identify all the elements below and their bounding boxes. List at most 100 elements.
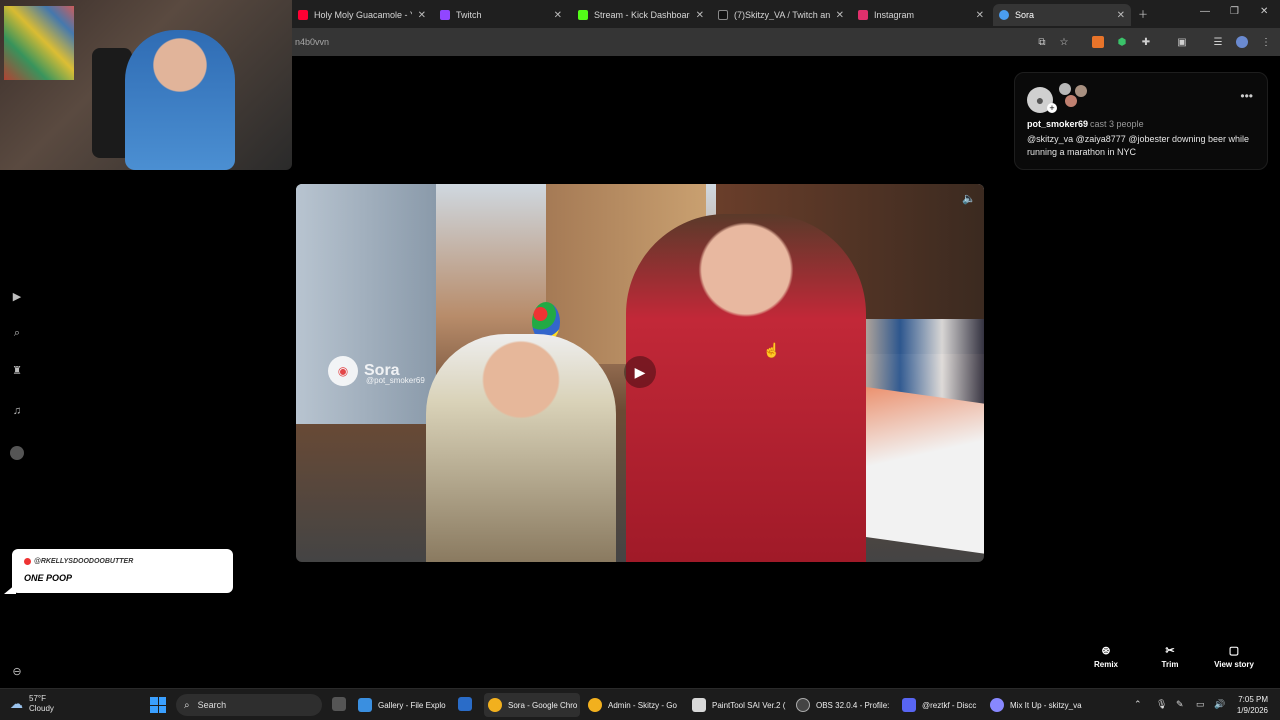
minimize-icon[interactable]: — bbox=[1200, 6, 1210, 17]
sora-watermark: ◉ Sora @pot_smoker69 bbox=[328, 356, 425, 386]
taskbar-app-discord[interactable]: @reztkf - Discc bbox=[902, 693, 982, 717]
obs-icon bbox=[796, 698, 810, 712]
taskbar-app-label: Admin - Skitzy - Go bbox=[608, 700, 677, 710]
youtube-icon bbox=[298, 10, 308, 20]
new-tab-icon[interactable]: ＋ bbox=[1138, 6, 1148, 21]
search-icon: ⌕ bbox=[184, 699, 190, 711]
streamer bbox=[125, 30, 235, 170]
tab-search-icon[interactable]: ▣ bbox=[1176, 36, 1188, 48]
username[interactable]: pot_smoker69 bbox=[1027, 119, 1088, 129]
more-options-icon[interactable]: ••• bbox=[1240, 89, 1253, 103]
restore-icon[interactable]: ❐ bbox=[1230, 6, 1239, 17]
close-tab-icon[interactable]: ✕ bbox=[696, 10, 704, 21]
taskbar-app-label: Sora - Google Chro bbox=[508, 700, 578, 710]
tab-twitch[interactable]: Twitch ✕ bbox=[434, 4, 568, 26]
weather-condition: Cloudy bbox=[29, 704, 54, 713]
cloud-icon: ☁ bbox=[10, 696, 23, 711]
tab-youtube[interactable]: Holy Moly Guacamole - Y ✕ bbox=[292, 4, 432, 26]
bookmark-star-icon[interactable]: ☆ bbox=[1058, 36, 1070, 48]
tab-label: Holy Moly Guacamole - Y bbox=[314, 10, 412, 20]
profile-avatar[interactable] bbox=[10, 446, 24, 460]
video-player[interactable]: ◉ Sora @pot_smoker69 ▶ 🔈 bbox=[296, 184, 984, 562]
trophy-icon[interactable]: ♜ bbox=[10, 363, 24, 377]
profile-avatar[interactable] bbox=[1236, 36, 1248, 48]
taskbar-app-label: Mix It Up - skitzy_va bbox=[1010, 700, 1082, 710]
network-icon[interactable]: ▭ bbox=[1196, 699, 1205, 710]
search-icon[interactable]: ⌕ bbox=[10, 326, 24, 340]
close-tab-icon[interactable]: ✕ bbox=[836, 10, 844, 21]
taskbar-app-chrome-sora[interactable]: Sora - Google Chro bbox=[484, 693, 580, 717]
chat-badge-icon bbox=[24, 558, 31, 565]
microphone-icon[interactable]: 🎙 bbox=[1156, 699, 1167, 710]
taskbar-clock[interactable]: 7:05 PM 1/9/2026 bbox=[1237, 694, 1268, 716]
close-tab-icon[interactable]: ✕ bbox=[976, 10, 984, 21]
photos-icon[interactable] bbox=[458, 697, 472, 711]
tab-tiktok[interactable]: (7)Skitzy_VA / Twitch and ✕ bbox=[712, 4, 850, 26]
kick-icon bbox=[578, 10, 588, 20]
bell-icon[interactable]: ♫ bbox=[10, 404, 24, 418]
view-story-label: View story bbox=[1214, 660, 1254, 669]
taskbar: ☁ 57°F Cloudy ⌕ Search Gallery - File Ex… bbox=[0, 688, 1280, 720]
tab-label: Twitch bbox=[456, 10, 482, 20]
taskbar-app-mixitup[interactable]: Mix It Up - skitzy_va bbox=[990, 693, 1086, 717]
runner-woman bbox=[426, 334, 616, 562]
browser-menu-icon[interactable]: ⋮ bbox=[1260, 36, 1272, 48]
chrome-icon bbox=[488, 698, 502, 712]
twitch-icon bbox=[440, 10, 450, 20]
view-story-button[interactable]: ▢ View story bbox=[1204, 644, 1264, 669]
weather-widget[interactable]: ☁ 57°F Cloudy bbox=[10, 694, 54, 714]
tab-label: Instagram bbox=[874, 10, 915, 20]
close-window-icon[interactable]: ✕ bbox=[1260, 6, 1268, 17]
play-button[interactable]: ▶ bbox=[624, 356, 656, 388]
close-tab-icon[interactable]: ✕ bbox=[1117, 10, 1125, 21]
chat-username: @RKELLYSDOODOOBUTTER bbox=[34, 558, 134, 565]
remix-icon: ⊛ bbox=[1101, 645, 1111, 657]
taskbar-app-chrome-admin[interactable]: Admin - Skitzy - Go bbox=[588, 693, 682, 717]
tab-sora[interactable]: Sora ✕ bbox=[993, 4, 1131, 26]
story-icon: ▢ bbox=[1228, 645, 1240, 657]
cast-avatar[interactable] bbox=[1065, 95, 1077, 107]
taskbar-app-label: Gallery - File Explo bbox=[378, 700, 446, 710]
home-icon[interactable]: ▶ bbox=[10, 289, 24, 303]
start-button[interactable] bbox=[150, 697, 166, 713]
follow-plus-icon[interactable]: + bbox=[1047, 103, 1057, 113]
tab-label: (7)Skitzy_VA / Twitch and bbox=[734, 10, 830, 20]
chevron-up-icon[interactable]: ⌃ bbox=[1134, 699, 1142, 710]
wall-posters bbox=[4, 6, 74, 80]
extension-icon[interactable] bbox=[1092, 36, 1104, 48]
taskbar-app-obs[interactable]: OBS 32.0.4 - Profile: bbox=[796, 693, 892, 717]
shield-extension-icon[interactable]: ⬢ bbox=[1116, 36, 1128, 48]
chrome-icon bbox=[588, 698, 602, 712]
speaker-icon[interactable]: 🔊 bbox=[1214, 699, 1225, 710]
tab-instagram[interactable]: Instagram ✕ bbox=[852, 4, 990, 26]
cast-avatar[interactable] bbox=[1059, 83, 1071, 95]
trim-label: Trim bbox=[1161, 660, 1179, 669]
watermark-handle: @pot_smoker69 bbox=[366, 376, 425, 385]
post-caption: @skitzy_va @zaiya8777 @jobester downing … bbox=[1027, 134, 1250, 157]
tab-kick[interactable]: Stream - Kick Dashboard ✕ bbox=[572, 4, 710, 26]
taskbar-app-painttool[interactable]: PaintTool SAI Ver.2 ( bbox=[692, 693, 788, 717]
trim-button[interactable]: ✂ Trim bbox=[1140, 644, 1200, 669]
remix-button[interactable]: ⊛ Remix bbox=[1076, 644, 1136, 669]
close-tab-icon[interactable]: ✕ bbox=[554, 10, 562, 21]
volume-icon[interactable]: 🔈 bbox=[962, 192, 976, 205]
puzzle-extensions-icon[interactable]: ✚ bbox=[1140, 36, 1152, 48]
settings-icon[interactable]: ⊖ bbox=[10, 664, 24, 678]
taskbar-app-file-explorer[interactable]: Gallery - File Explo bbox=[358, 693, 450, 717]
tab-label: Sora bbox=[1015, 10, 1035, 20]
install-app-icon[interactable]: ⧉ bbox=[1036, 36, 1048, 48]
cast-avatar[interactable] bbox=[1075, 85, 1087, 97]
taskbar-search[interactable]: ⌕ Search bbox=[176, 694, 322, 716]
task-view-icon[interactable] bbox=[332, 697, 346, 711]
reading-list-icon[interactable]: ☰ bbox=[1212, 36, 1224, 48]
mouse-cursor-icon: ☝ bbox=[763, 342, 781, 358]
url-text[interactable]: n4b0vvn bbox=[295, 37, 329, 47]
chat-bubble: @RKELLYSDOODOOBUTTER ONE POOP bbox=[12, 549, 233, 593]
post-author[interactable]: pot_smoker69 cast 3 people bbox=[1027, 119, 1144, 129]
taskbar-app-label: @reztkf - Discc bbox=[922, 700, 977, 710]
weather-text: 57°F Cloudy bbox=[29, 694, 54, 714]
pen-icon[interactable]: ✎ bbox=[1176, 699, 1184, 710]
close-tab-icon[interactable]: ✕ bbox=[418, 10, 426, 21]
remix-label: Remix bbox=[1093, 660, 1118, 669]
instagram-icon bbox=[858, 10, 868, 20]
